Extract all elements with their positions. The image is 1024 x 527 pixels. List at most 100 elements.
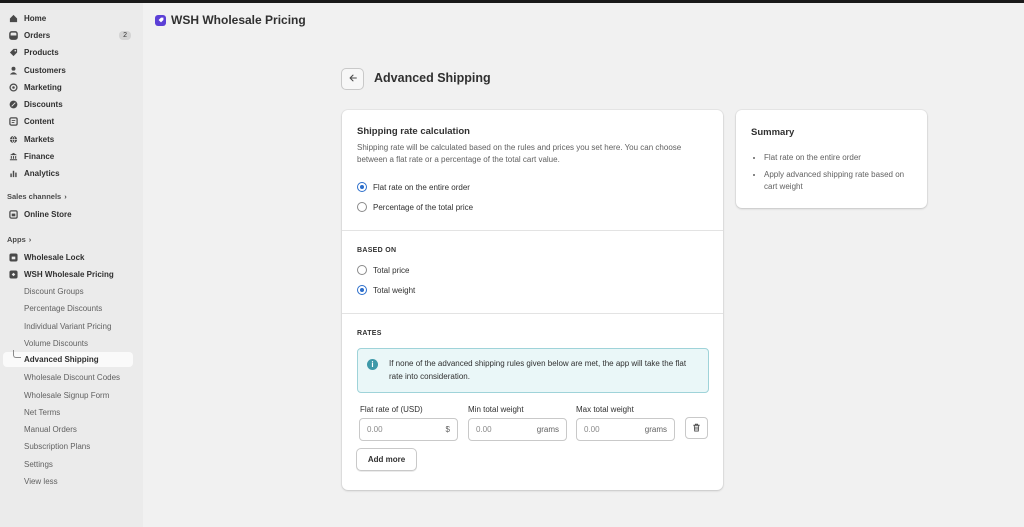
home-icon bbox=[8, 13, 18, 23]
radio-button[interactable] bbox=[357, 265, 367, 275]
sidebar-item-content[interactable]: Content bbox=[4, 113, 135, 129]
input-suffix: $ bbox=[445, 425, 450, 434]
sidebar-item-discounts[interactable]: Discounts bbox=[4, 96, 135, 112]
sidebar-subitem-settings[interactable]: Settings bbox=[24, 457, 53, 471]
sidebar-subitem-wholesale-discount-codes[interactable]: Wholesale Discount Codes bbox=[24, 370, 120, 384]
sidebar-item-marketing[interactable]: Marketing bbox=[4, 79, 135, 95]
sidebar-item-wsh-wholesale-pricing[interactable]: WSH Wholesale Pricing bbox=[4, 266, 135, 282]
sidebar: Home Orders 2 Products Customers Marketi… bbox=[0, 3, 143, 527]
radio-button[interactable] bbox=[357, 202, 367, 212]
radio-flat-rate[interactable]: Flat rate on the entire order bbox=[357, 182, 470, 192]
sidebar-subitem-view-less[interactable]: View less bbox=[24, 474, 58, 488]
min-weight-label: Min total weight bbox=[468, 405, 524, 414]
sales-channels-section[interactable]: Sales channels › bbox=[7, 192, 67, 201]
input-value: 0.00 bbox=[584, 425, 600, 434]
input-value: 0.00 bbox=[476, 425, 492, 434]
add-more-button[interactable]: Add more bbox=[356, 448, 417, 471]
apps-title: Apps bbox=[7, 235, 26, 244]
radio-percentage[interactable]: Percentage of the total price bbox=[357, 202, 473, 212]
min-weight-input[interactable]: 0.00 grams bbox=[468, 418, 567, 441]
sidebar-subitem-net-terms[interactable]: Net Terms bbox=[24, 405, 60, 419]
apps-section[interactable]: Apps › bbox=[7, 235, 31, 244]
summary-heading: Summary bbox=[751, 127, 795, 138]
sidebar-item-label: Online Store bbox=[24, 209, 72, 219]
trash-icon bbox=[692, 423, 701, 434]
input-suffix: grams bbox=[536, 425, 559, 434]
summary-list: Flat rate on the entire order Apply adva… bbox=[754, 152, 919, 198]
sidebar-item-wholesale-lock[interactable]: Wholesale Lock bbox=[4, 249, 135, 265]
summary-card: Summary Flat rate on the entire order Ap… bbox=[736, 110, 927, 208]
back-button[interactable] bbox=[341, 68, 364, 90]
chevron-right-icon: › bbox=[64, 192, 67, 201]
input-suffix: grams bbox=[644, 425, 667, 434]
chevron-right-icon: › bbox=[28, 235, 32, 244]
sidebar-subitem-subscription-plans[interactable]: Subscription Plans bbox=[24, 439, 90, 453]
sidebar-item-label: WSH Wholesale Pricing bbox=[24, 269, 114, 279]
info-banner-text: If none of the advanced shipping rules g… bbox=[389, 359, 687, 381]
sidebar-subitem-discount-groups[interactable]: Discount Groups bbox=[24, 284, 84, 298]
section-divider bbox=[342, 313, 723, 314]
sidebar-item-label: Discounts bbox=[24, 99, 63, 109]
target-icon bbox=[8, 82, 18, 92]
max-weight-label: Max total weight bbox=[576, 405, 634, 414]
sidebar-item-online-store[interactable]: Online Store bbox=[4, 206, 135, 222]
info-icon: i bbox=[367, 359, 378, 370]
sidebar-item-customers[interactable]: Customers bbox=[4, 62, 135, 78]
store-icon bbox=[8, 209, 18, 219]
sidebar-item-markets[interactable]: Markets bbox=[4, 131, 135, 147]
sidebar-item-label: Home bbox=[24, 13, 47, 23]
radio-button-selected[interactable] bbox=[357, 285, 367, 295]
person-icon bbox=[8, 65, 18, 75]
sidebar-item-label: Content bbox=[24, 116, 55, 126]
chart-bar-icon bbox=[8, 168, 18, 178]
globe-icon bbox=[8, 134, 18, 144]
app-icon bbox=[8, 252, 18, 262]
sidebar-item-orders[interactable]: Orders 2 bbox=[4, 27, 135, 43]
radio-total-price[interactable]: Total price bbox=[357, 265, 409, 275]
sidebar-subitem-manual-orders[interactable]: Manual Orders bbox=[24, 422, 77, 436]
app-logo-icon bbox=[155, 14, 166, 26]
summary-item: Apply advanced shipping rate based on ca… bbox=[764, 169, 919, 193]
sales-channels-title: Sales channels bbox=[7, 192, 62, 201]
max-weight-input[interactable]: 0.00 grams bbox=[576, 418, 675, 441]
radio-label: Flat rate on the entire order bbox=[373, 182, 470, 192]
orders-count-badge: 2 bbox=[119, 30, 131, 40]
app-header: WSH Wholesale Pricing bbox=[155, 13, 306, 27]
radio-label: Percentage of the total price bbox=[373, 202, 474, 212]
radio-button-selected[interactable] bbox=[357, 182, 367, 192]
calc-description: Shipping rate will be calculated based o… bbox=[357, 143, 682, 164]
top-bar bbox=[0, 0, 1024, 3]
sidebar-item-label: Markets bbox=[24, 134, 55, 144]
tree-connector bbox=[13, 350, 21, 358]
flat-rate-label: Flat rate of (USD) bbox=[360, 405, 423, 414]
sidebar-item-analytics[interactable]: Analytics bbox=[4, 165, 135, 181]
sidebar-subitem-volume-discounts[interactable]: Volume Discounts bbox=[24, 336, 88, 350]
sidebar-subitem-wholesale-signup-form[interactable]: Wholesale Signup Form bbox=[24, 388, 109, 402]
sidebar-item-label: Finance bbox=[24, 151, 55, 161]
radio-label: Total weight bbox=[373, 285, 416, 295]
app-icon bbox=[8, 269, 18, 279]
flat-rate-input[interactable]: 0.00 $ bbox=[359, 418, 458, 441]
based-on-heading: BASED ON bbox=[357, 247, 397, 254]
info-banner: i If none of the advanced shipping rules… bbox=[357, 348, 709, 393]
arrow-left-icon bbox=[348, 73, 358, 85]
radio-total-weight[interactable]: Total weight bbox=[357, 285, 415, 295]
sidebar-subitem-percentage-discounts[interactable]: Percentage Discounts bbox=[24, 301, 102, 315]
orders-icon bbox=[8, 30, 18, 40]
sidebar-item-label: Analytics bbox=[24, 168, 60, 178]
discount-icon bbox=[8, 99, 18, 109]
sidebar-item-home[interactable]: Home bbox=[4, 10, 135, 26]
content-icon bbox=[8, 116, 18, 126]
sidebar-item-finance[interactable]: Finance bbox=[4, 148, 135, 164]
rates-heading: RATES bbox=[357, 330, 382, 337]
sidebar-subitem-individual-variant-pricing[interactable]: Individual Variant Pricing bbox=[24, 319, 111, 333]
radio-label: Total price bbox=[373, 265, 410, 275]
page-title: Advanced Shipping bbox=[374, 71, 491, 85]
bank-icon bbox=[8, 151, 18, 161]
delete-rate-button[interactable] bbox=[685, 417, 708, 439]
sidebar-item-label: Customers bbox=[24, 65, 66, 75]
sidebar-item-label: Orders bbox=[24, 30, 51, 40]
sidebar-item-products[interactable]: Products bbox=[4, 44, 135, 60]
shipping-settings-card: Shipping rate calculation Shipping rate … bbox=[342, 110, 723, 490]
sidebar-item-label: Marketing bbox=[24, 82, 62, 92]
